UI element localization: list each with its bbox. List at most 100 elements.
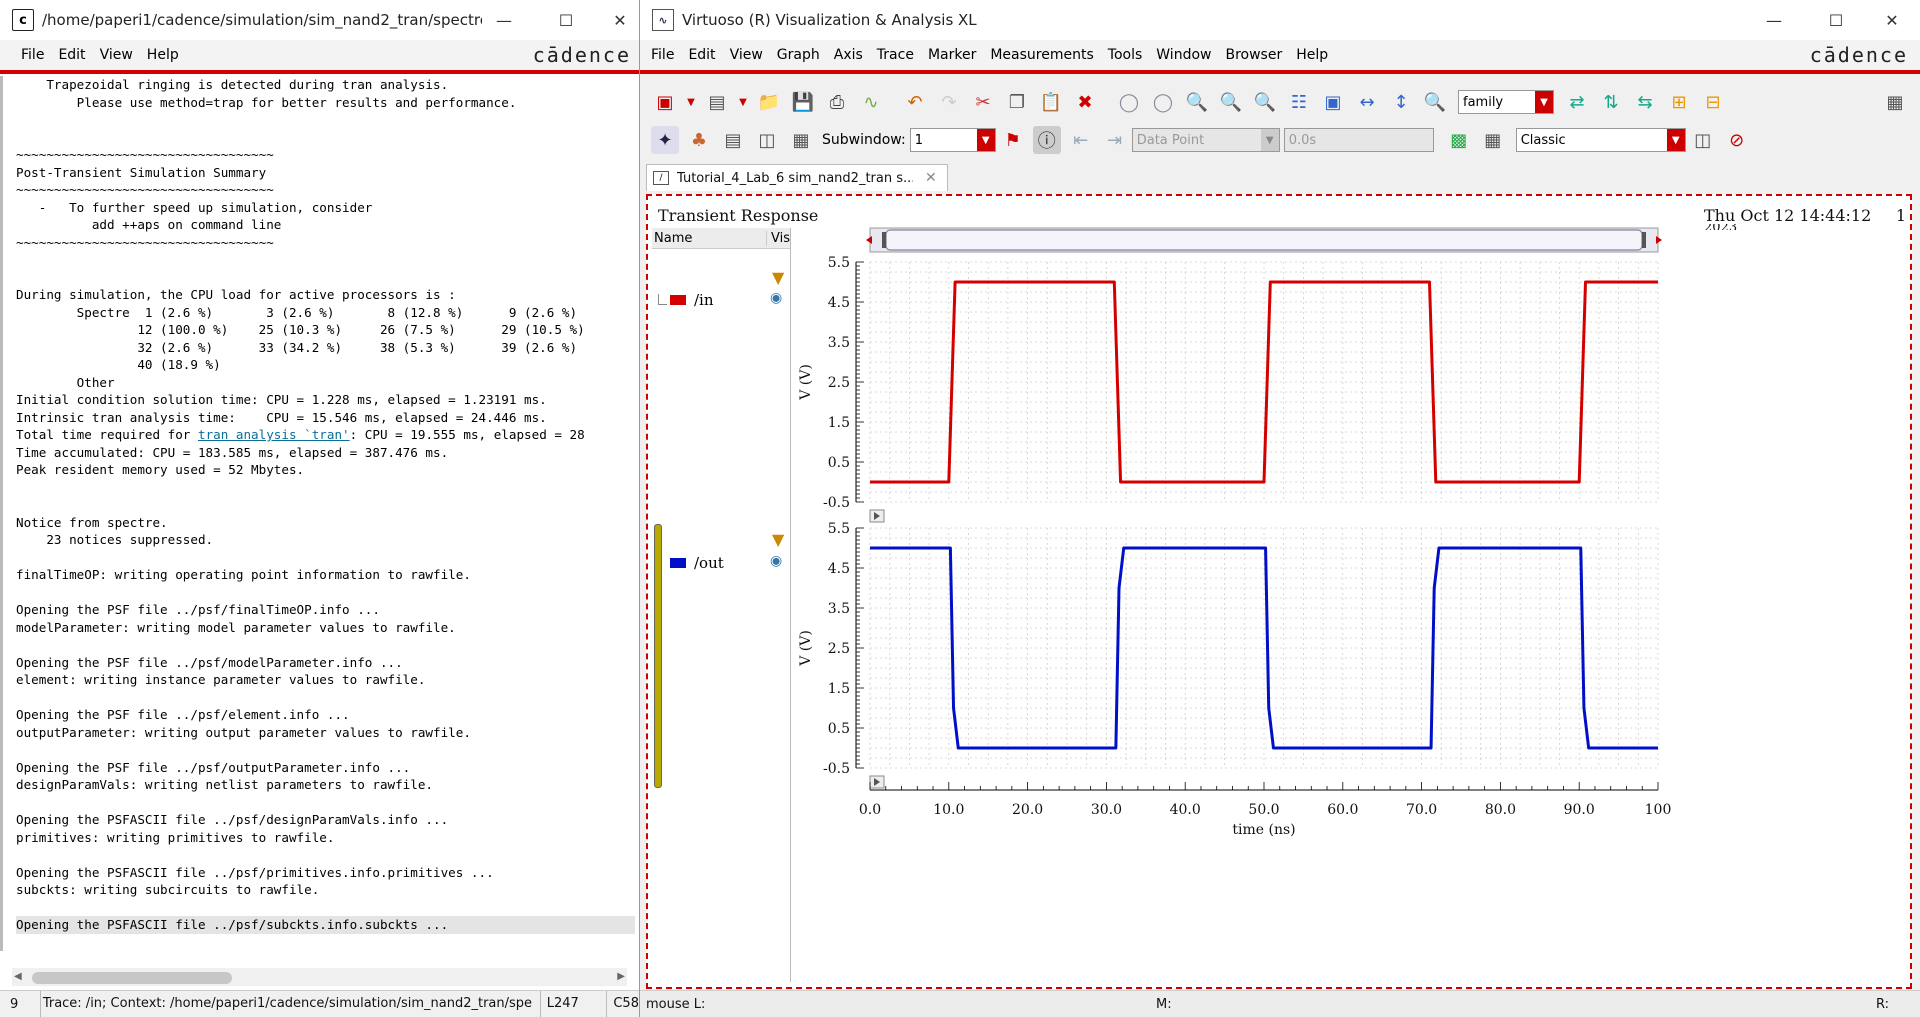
viz-menu-trace[interactable]: Trace — [870, 47, 921, 63]
zoom-disabled-icon[interactable]: 🔍 — [1421, 88, 1449, 116]
viz-menu-help[interactable]: Help — [1289, 47, 1335, 63]
visibility-eye-icon[interactable]: ◉ — [770, 290, 782, 306]
viz-menu-marker[interactable]: Marker — [921, 47, 983, 63]
flag-icon[interactable]: ⚑ — [999, 126, 1027, 154]
remove-trace-icon[interactable]: ⊟ — [1699, 88, 1727, 116]
marker-right-icon[interactable]: ⇥ — [1101, 126, 1129, 154]
tab-graph[interactable]: ∕ Tutorial_4_Lab_6 sim_nand2_tran s... ✕ — [646, 164, 948, 191]
circle-select-icon[interactable]: ◯ — [1115, 88, 1143, 116]
graph-frame[interactable]: Transient Response Thu Oct 12 14:44:12 2… — [646, 194, 1912, 989]
viz-menu-graph[interactable]: Graph — [770, 47, 827, 63]
cut-icon[interactable]: ✂ — [969, 88, 997, 116]
viva-titlebar[interactable]: ∿ Virtuoso (R) Visualization & Analysis … — [640, 0, 1920, 40]
overview-left-arrow-icon[interactable] — [866, 236, 872, 244]
legend-item-in[interactable]: /in — [670, 291, 714, 309]
log-menu-view[interactable]: View — [93, 47, 140, 63]
viz-menu-edit[interactable]: Edit — [681, 47, 722, 63]
zoom-yaxis-icon[interactable]: ↕ — [1387, 88, 1415, 116]
save-icon[interactable]: 💾 — [789, 88, 817, 116]
viz-menu-axis[interactable]: Axis — [827, 47, 870, 63]
redo-icon[interactable]: ↷ — [935, 88, 963, 116]
stack-layout-icon[interactable]: ▤ — [719, 126, 747, 154]
add-trace-icon[interactable]: ⊞ — [1665, 88, 1693, 116]
style-combo[interactable]: Classic ▼ — [1515, 128, 1686, 152]
vertical-scroll-track[interactable] — [0, 76, 3, 951]
window-config-icon[interactable]: ◫ — [1689, 126, 1717, 154]
zoom-area-icon[interactable]: ▣ — [1319, 88, 1347, 116]
overview-window[interactable] — [885, 229, 1643, 251]
undo-icon[interactable]: ↶ — [901, 88, 929, 116]
tab-close-icon[interactable]: ✕ — [925, 170, 937, 186]
zoom-x-icon[interactable]: 🔍 — [1217, 88, 1245, 116]
log-output[interactable]: Trapezoidal ringing is detected during t… — [0, 76, 635, 943]
log-menu-help[interactable]: Help — [140, 47, 186, 63]
bar-chart-icon[interactable]: ▩ — [1445, 126, 1473, 154]
minimize-icon[interactable]: — — [1750, 0, 1798, 40]
viz-menu-browser[interactable]: Browser — [1218, 47, 1289, 63]
info-icon[interactable]: ⓘ — [1032, 126, 1061, 154]
grid-icon[interactable]: ▦ — [787, 126, 815, 154]
viz-menu-view[interactable]: View — [723, 47, 770, 63]
maximize-icon[interactable]: ☐ — [542, 0, 590, 40]
grid-layout-icon[interactable]: ▦ — [1881, 88, 1909, 116]
subwindow-dropdown-icon[interactable]: ▼ — [737, 88, 749, 116]
viz-menu-tools[interactable]: Tools — [1101, 47, 1150, 63]
composite-icon[interactable]: ⇆ — [1631, 88, 1659, 116]
filter-icon[interactable]: ▼ — [772, 268, 784, 287]
zoom-fit-icon[interactable]: ☷ — [1285, 88, 1313, 116]
paste-icon[interactable]: 📋 — [1037, 88, 1065, 116]
data-point-combo[interactable]: Data Point ▼ — [1131, 128, 1280, 152]
zoom-xaxis-icon[interactable]: ↔ — [1353, 88, 1381, 116]
new-window-dropdown-icon[interactable]: ▼ — [685, 88, 697, 116]
chevron-down-icon[interactable]: ▼ — [976, 129, 995, 151]
horizontal-scrollbar[interactable]: ◀ ▶ — [12, 968, 627, 986]
scroll-thumb[interactable] — [32, 972, 232, 984]
overview-handle-right[interactable] — [1642, 232, 1646, 248]
minimize-icon[interactable]: — — [480, 0, 528, 40]
chevron-down-icon[interactable]: ▼ — [1666, 129, 1685, 151]
log-line: Other — [16, 374, 635, 392]
waveform-plot[interactable]: 5.5 4.5 3.5 2.5 1.5 0.5 -0.5 V (V) 5.5 4.5 3.5 2.5 1… — [792, 226, 1912, 986]
chevron-down-icon[interactable]: ▼ — [1260, 129, 1279, 151]
side-layout-icon[interactable]: ◫ — [753, 126, 781, 154]
circle-deselect-icon[interactable]: ◯ — [1149, 88, 1177, 116]
scroll-left-icon[interactable]: ◀ — [14, 971, 22, 982]
print-icon[interactable]: ⎙ — [823, 88, 851, 116]
log-menu-file[interactable]: File — [14, 47, 51, 63]
new-subwindow-icon[interactable]: ▤ — [703, 88, 731, 116]
close-icon[interactable]: ✕ — [600, 0, 639, 40]
new-window-icon[interactable]: ▣ — [651, 88, 679, 116]
marker-left-icon[interactable]: ⇤ — [1067, 126, 1095, 154]
overview-right-arrow-icon[interactable] — [1656, 236, 1662, 244]
overview-handle-left[interactable] — [882, 232, 886, 248]
chevron-down-icon[interactable]: ▼ — [1535, 91, 1553, 113]
open-folder-icon[interactable]: 📁 — [755, 88, 783, 116]
log-titlebar[interactable]: c /home/paperi1/cadence/simulation/sim_n… — [0, 0, 639, 40]
calculator-icon[interactable]: ▦ — [1479, 126, 1507, 154]
log-menu-edit[interactable]: Edit — [51, 47, 92, 63]
cards-icon[interactable]: ♣ — [685, 126, 713, 154]
subwindow-combo[interactable]: 1 ▼ — [909, 128, 996, 152]
selection-bar[interactable] — [654, 524, 662, 788]
scroll-right-icon[interactable]: ▶ — [617, 971, 625, 982]
zoom-out-icon[interactable]: 🔍 — [1251, 88, 1279, 116]
window-remove-icon[interactable]: ⊘ — [1723, 126, 1751, 154]
time-field[interactable]: 0.0s — [1283, 128, 1434, 152]
viz-menu-window[interactable]: Window — [1149, 47, 1218, 63]
filter-icon[interactable]: ▼ — [772, 530, 784, 549]
family-combo[interactable]: family ▼ — [1458, 90, 1554, 114]
maximize-icon[interactable]: ☐ — [1812, 0, 1860, 40]
strip-chart-icon[interactable]: ⇄ — [1563, 88, 1591, 116]
stack-icon[interactable]: ⇅ — [1597, 88, 1625, 116]
magic-wand-icon[interactable]: ✦ — [651, 126, 679, 154]
zoom-in-icon[interactable]: 🔍 — [1183, 88, 1211, 116]
copy-icon[interactable]: ❐ — [1003, 88, 1031, 116]
log-link[interactable]: tran analysis `tran' — [198, 427, 350, 442]
legend-item-out[interactable]: /out — [670, 554, 724, 572]
delete-icon[interactable]: ✖ — [1071, 88, 1099, 116]
waveform-export-icon[interactable]: ∿ — [857, 88, 885, 116]
close-icon[interactable]: ✕ — [1868, 0, 1916, 40]
visibility-eye-icon[interactable]: ◉ — [770, 553, 782, 569]
viz-menu-file[interactable]: File — [644, 47, 681, 63]
viz-menu-measurements[interactable]: Measurements — [983, 47, 1100, 63]
